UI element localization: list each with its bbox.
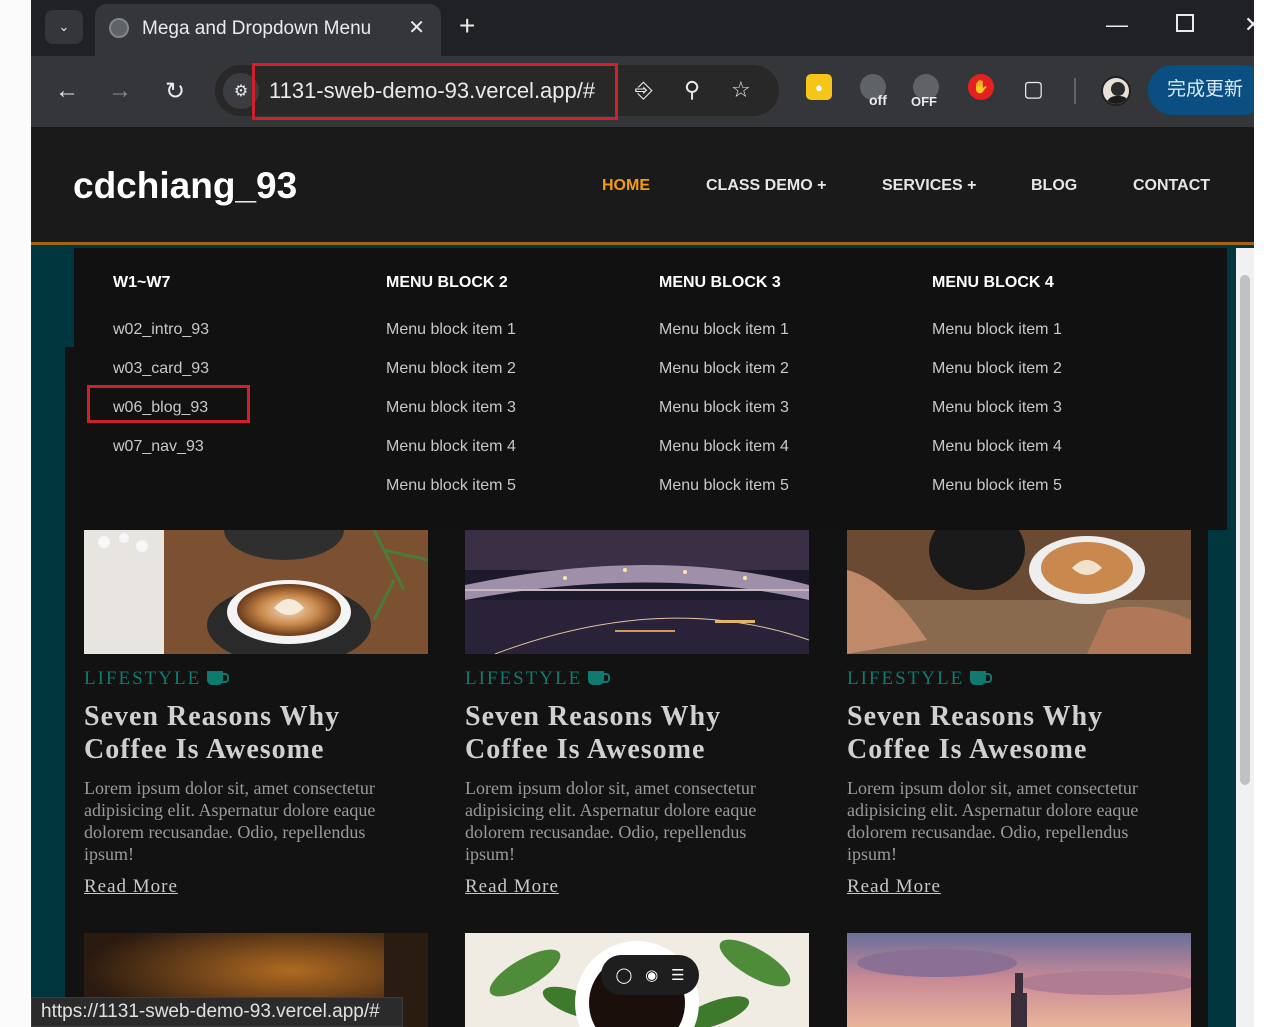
menu-link[interactable]: Menu block item 2 — [932, 360, 1062, 378]
coffee-cup-icon — [588, 671, 611, 685]
eye-icon[interactable]: ◉ — [645, 966, 658, 984]
mega-menu-dropdown: W1~W7 w02_intro_93 w03_card_93 w06_blog_… — [74, 248, 1227, 530]
menu-link[interactable]: Menu block item 3 — [386, 399, 516, 417]
close-tab-icon[interactable]: ✕ — [408, 15, 425, 40]
forward-arrow-icon[interactable]: → — [105, 77, 135, 105]
menu-link[interactable]: Menu block item 5 — [932, 477, 1062, 495]
extension-off-label-2: OFF — [911, 94, 937, 109]
category-label: LIFESTYLE — [847, 668, 965, 689]
read-more-link[interactable]: Read More — [847, 876, 941, 898]
menu-link[interactable]: w03_card_93 — [113, 360, 209, 378]
back-arrow-icon[interactable]: ← — [52, 77, 82, 105]
address-bar[interactable]: ⚙ 1131-sweb-demo-93.vercel.app/# ⎆ ⚲ ☆ — [215, 63, 779, 120]
category-label: LIFESTYLE — [84, 668, 202, 689]
menu-link[interactable]: Menu block item 1 — [932, 321, 1062, 339]
tab-search-button[interactable]: ⌄ — [45, 10, 83, 44]
nav-class-demo[interactable]: CLASS DEMO + — [706, 177, 826, 195]
profile-avatar[interactable] — [1101, 76, 1131, 106]
menu-link[interactable]: Menu block item 4 — [386, 438, 516, 456]
column-title: W1~W7 — [113, 274, 171, 291]
menu-link[interactable]: Menu block item 4 — [659, 438, 789, 456]
blog-card-image — [847, 933, 1191, 1027]
globe-icon — [109, 18, 129, 38]
menu-link[interactable]: Menu block item 1 — [386, 321, 516, 339]
nav-contact[interactable]: CONTACT — [1133, 177, 1210, 195]
card-title: Seven Reasons Why Coffee Is Awesome — [847, 701, 1104, 765]
column-title: MENU BLOCK 4 — [932, 274, 1054, 291]
chevron-down-icon: ⌄ — [58, 19, 70, 34]
nav-services[interactable]: SERVICES + — [882, 177, 976, 195]
menu-link[interactable]: Menu block item 5 — [659, 477, 789, 495]
scrollbar-thumb[interactable] — [1240, 275, 1250, 785]
nav-blog[interactable]: BLOG — [1031, 177, 1077, 195]
menu-link[interactable]: w02_intro_93 — [113, 321, 209, 339]
latte-art-photo — [84, 530, 428, 654]
card-category: LIFESTYLE — [465, 668, 611, 690]
extension-off-label: off — [869, 92, 887, 108]
menu-link[interactable]: Menu block item 3 — [659, 399, 789, 417]
comment-icon[interactable]: ◯ — [615, 966, 632, 984]
category-label: LIFESTYLE — [465, 668, 583, 689]
browser-window: ⌄ Mega and Dropdown Menu ✕ + — ✕ ← → ↻ ⚙… — [31, 0, 1254, 1027]
coffee-cup-icon — [970, 671, 993, 685]
nav-home[interactable]: HOME — [602, 177, 650, 195]
bridge-night-photo — [465, 530, 809, 654]
card-text: Lorem ipsum dolor sit, amet consectetur … — [847, 778, 1139, 864]
close-window-icon[interactable]: ✕ — [1244, 12, 1254, 38]
site-header: cdchiang_93 HOME CLASS DEMO + SERVICES +… — [31, 127, 1254, 245]
column-title: MENU BLOCK 3 — [659, 274, 781, 291]
link-status-bar: https://1131-sweb-demo-93.vercel.app/# — [31, 997, 403, 1027]
highlight-box — [87, 385, 250, 423]
read-more-link[interactable]: Read More — [465, 876, 559, 898]
menu-link[interactable]: w07_nav_93 — [113, 438, 204, 456]
tab-strip: ⌄ Mega and Dropdown Menu ✕ + — ✕ — [31, 0, 1254, 56]
menu-link[interactable]: Menu block item 3 — [932, 399, 1062, 417]
card-text: Lorem ipsum dolor sit, amet consectetur … — [84, 778, 376, 864]
adblock-hand-icon[interactable]: ✋ — [968, 74, 994, 100]
card-category: LIFESTYLE — [847, 668, 993, 690]
translate-icon[interactable]: ⎆ — [635, 77, 653, 103]
active-tab[interactable]: Mega and Dropdown Menu ✕ — [95, 4, 441, 56]
menu-link[interactable]: Menu block item 5 — [386, 477, 516, 495]
menu-link[interactable]: Menu block item 1 — [659, 321, 789, 339]
floating-toolbar: ◯ ◉ ☰ — [601, 955, 699, 995]
bookmark-star-icon[interactable]: ☆ — [731, 77, 751, 103]
browser-toolbar: ← → ↻ ⚙ 1131-sweb-demo-93.vercel.app/# ⎆… — [31, 56, 1254, 127]
card-category: LIFESTYLE — [84, 668, 230, 690]
column-title: MENU BLOCK 2 — [386, 274, 508, 291]
new-tab-button[interactable]: + — [459, 10, 475, 42]
keep-extension-icon[interactable]: ● — [806, 74, 832, 100]
update-button[interactable]: 完成更新 — [1148, 65, 1254, 115]
menu-link[interactable]: Menu block item 2 — [386, 360, 516, 378]
menu-link[interactable]: Menu block item 4 — [932, 438, 1062, 456]
toolbar-divider — [1074, 78, 1076, 104]
read-more-link[interactable]: Read More — [84, 876, 178, 898]
extensions-puzzle-icon[interactable]: ▢ — [1023, 76, 1044, 102]
background-window-strip — [0, 0, 31, 1027]
coffee-cup-icon — [207, 671, 230, 685]
hands-coffee-photo — [847, 530, 1191, 654]
card-title: Seven Reasons Why Coffee Is Awesome — [465, 701, 722, 765]
site-logo[interactable]: cdchiang_93 — [73, 165, 297, 207]
page-viewport: cdchiang_93 HOME CLASS DEMO + SERVICES +… — [31, 127, 1254, 1027]
menu-link[interactable]: Menu block item 2 — [659, 360, 789, 378]
minimize-icon[interactable]: — — [1106, 12, 1128, 38]
reload-icon[interactable]: ↻ — [160, 77, 190, 106]
maximize-icon[interactable] — [1176, 14, 1194, 32]
card-text: Lorem ipsum dolor sit, amet consectetur … — [465, 778, 757, 864]
card-title: Seven Reasons Why Coffee Is Awesome — [84, 701, 341, 765]
tab-title: Mega and Dropdown Menu — [142, 18, 372, 39]
zoom-icon[interactable]: ⚲ — [684, 77, 700, 103]
menu-lines-icon[interactable]: ☰ — [671, 966, 684, 984]
url-text[interactable]: 1131-sweb-demo-93.vercel.app/# — [269, 78, 595, 104]
